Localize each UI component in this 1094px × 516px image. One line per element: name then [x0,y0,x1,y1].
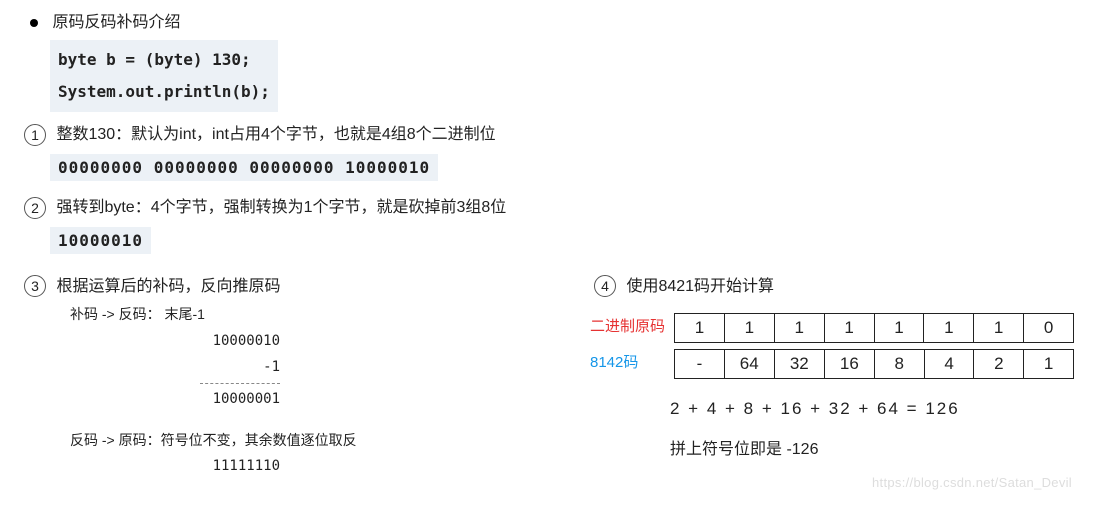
blue-bit-0: - [675,350,725,379]
step-2-text: 强转到byte：4个字节，强制转换为1个字节，就是砍掉前3组8位 [56,199,506,216]
blue-bit-4: 8 [874,350,924,379]
sum-line: 2 + 4 + 8 + 16 + 32 + 64 = 126 [670,399,1074,419]
red-bit-4: 1 [874,314,924,343]
code-block: byte b = (byte) 130; System.out.println(… [50,40,278,112]
step-2: 2 强转到byte：4个字节，强制转换为1个字节，就是砍掉前3组8位 [24,193,1074,219]
step-1-text: 整数130：默认为int，int占用4个字节，也就是4组8个二进制位 [56,126,495,143]
red-bit-7: 0 [1024,314,1074,343]
red-bit-3: 1 [824,314,874,343]
deriv-v4: 11111110 [130,453,280,480]
label-blue: 8142码 [590,347,674,372]
blue-bit-2: 32 [774,350,824,379]
deriv-v1: 10000010 [130,328,280,355]
step-4-text: 使用8421码开始计算 [626,278,774,295]
deriv-v2: -1 [130,354,280,381]
page-title: 原码反码补码介绍 [52,14,180,31]
step-1: 1 整数130：默认为int，int占用4个字节，也就是4组8个二进制位 [24,120,1074,146]
step-3-text: 根据运算后的补码，反向推原码 [56,278,280,295]
deriv-label-2: 反码 -> 原码：符号位不变，其余数值逐位取反 [70,427,580,454]
blue-bit-5: 4 [924,350,974,379]
blue-bit-7: 1 [1024,350,1074,379]
code-line-1: byte b = (byte) 130; [58,44,270,76]
blue-bit-3: 16 [824,350,874,379]
bullet-icon [30,19,38,27]
blue-bit-1: 64 [724,350,774,379]
red-bit-2: 1 [774,314,824,343]
bits-row-blue: 8142码 - 64 32 16 8 4 2 1 [590,347,1074,379]
divider-line [200,383,280,384]
blue-bit-6: 2 [974,350,1024,379]
step-number-1: 1 [24,124,46,146]
red-bit-5: 1 [924,314,974,343]
watermark: https://blog.csdn.net/Satan_Devil [872,475,1072,490]
result-line: 拼上符号位即是 -126 [670,435,1074,459]
deriv-v3: 10000001 [130,386,280,413]
deriv-label-1: 补码 -> 反码： 末尾-1 [70,301,580,328]
red-bit-6: 1 [974,314,1024,343]
red-bit-1: 1 [724,314,774,343]
code-line-2: System.out.println(b); [58,76,270,108]
header: 原码反码补码介绍 [20,8,1074,32]
step-2-binary: 10000010 [50,227,151,254]
step-3: 3 根据运算后的补码，反向推原码 [24,272,580,298]
derivation-block: 补码 -> 反码： 末尾-1 10000010 -1 10000001 反码 -… [70,301,580,480]
label-red: 二进制原码 [590,311,674,336]
step-number-4: 4 [594,275,616,297]
step-number-3: 3 [24,275,46,297]
step-1-binary: 00000000 00000000 00000000 10000010 [50,154,438,181]
bits-row-red: 二进制原码 1 1 1 1 1 1 1 0 [590,311,1074,343]
step-4: 4 使用8421码开始计算 [594,272,1074,298]
step-number-2: 2 [24,197,46,219]
red-bit-0: 1 [675,314,725,343]
